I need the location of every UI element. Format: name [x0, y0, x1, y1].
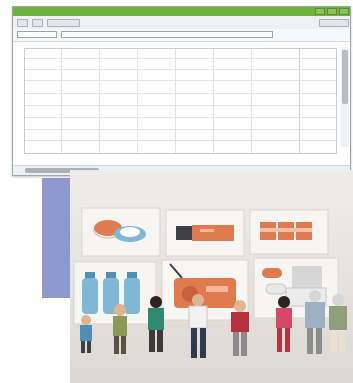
grid-column-divider [251, 49, 252, 153]
path-field[interactable] [61, 31, 273, 38]
grid-row-divider [25, 58, 336, 59]
minimize-button[interactable] [315, 8, 325, 15]
title-bar[interactable] [13, 7, 350, 16]
battery-pack-icon [249, 209, 329, 255]
location-field[interactable] [17, 31, 57, 38]
vertical-scroll-thumb[interactable] [342, 50, 348, 104]
grid-row-divider [25, 69, 336, 70]
blue-side-panel [42, 178, 72, 298]
water-bottles-icon [73, 261, 157, 325]
maximize-button[interactable] [327, 8, 337, 15]
vertical-scrollbar[interactable] [341, 47, 349, 147]
toolbar-button-1[interactable] [17, 19, 28, 27]
toolbar-button-2[interactable] [32, 19, 43, 27]
grid-column-divider [213, 49, 214, 153]
grid-row-divider [25, 105, 336, 106]
grid-column-divider [61, 49, 62, 153]
grid-column-divider [299, 49, 300, 153]
grid-row-divider [25, 129, 336, 130]
photo-illustration [70, 170, 353, 383]
address-bar [13, 29, 350, 42]
grid-row-divider [25, 117, 336, 118]
grid-column-divider [175, 49, 176, 153]
toolbar-button-3[interactable] [47, 19, 80, 27]
grid-row-divider [25, 80, 336, 81]
data-grid[interactable] [24, 48, 337, 154]
grid-row-divider [25, 93, 336, 94]
application-window [12, 6, 351, 176]
close-button[interactable] [339, 8, 349, 15]
medicine-tape-icon [81, 207, 161, 257]
grid-column-divider [99, 49, 100, 153]
grid-row-divider [25, 140, 336, 141]
flashlight-icon [165, 209, 245, 257]
pills-toilet-paper-icon [253, 257, 339, 319]
toolbar [13, 16, 350, 30]
grid-column-divider [137, 49, 138, 153]
toolbar-button-right[interactable] [319, 19, 349, 27]
photo-emergency-supplies [70, 170, 353, 383]
